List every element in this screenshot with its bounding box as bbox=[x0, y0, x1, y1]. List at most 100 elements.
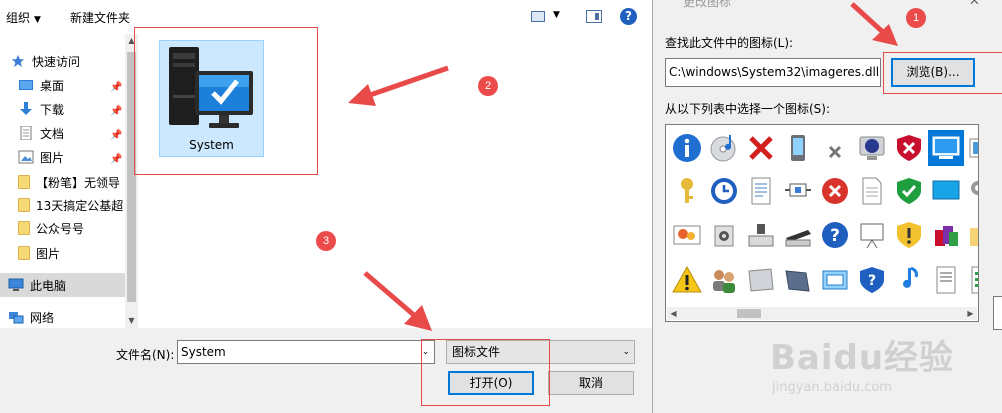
watermark-text: Baidu经验 bbox=[770, 338, 955, 378]
nav-folder-pictures[interactable]: 图片 bbox=[18, 241, 138, 265]
blue-screen-icon[interactable] bbox=[928, 173, 964, 209]
step-badge-1: 1 bbox=[906, 8, 926, 28]
annotation-rect-open bbox=[421, 339, 550, 406]
star-icon bbox=[11, 54, 25, 68]
scroll-down-icon[interactable]: ▼ bbox=[125, 314, 138, 328]
view-dropdown-caret-icon[interactable]: ▼ bbox=[553, 10, 560, 20]
warning-icon[interactable] bbox=[669, 262, 705, 298]
shield-x-icon[interactable] bbox=[891, 130, 927, 166]
nav-label: 网络 bbox=[30, 310, 55, 325]
info-icon[interactable] bbox=[669, 130, 705, 166]
nav-this-pc[interactable]: 此电脑 bbox=[0, 273, 125, 297]
nav-quick-access[interactable]: 快速访问 bbox=[10, 49, 135, 73]
photo-album-icon[interactable] bbox=[669, 217, 705, 253]
pin-icon[interactable]: 📌 bbox=[110, 130, 122, 141]
shield-check-icon[interactable] bbox=[891, 173, 927, 209]
nav-folder-gzh[interactable]: 公众号号 bbox=[18, 216, 138, 240]
icon-list[interactable]: ? ? ◀ ▶ bbox=[665, 124, 979, 322]
blank-page-icon[interactable] bbox=[854, 173, 890, 209]
scroll-right-icon[interactable]: ▶ bbox=[964, 307, 977, 320]
gear-doc-icon[interactable] bbox=[965, 173, 978, 209]
nav-label: 快速访问 bbox=[32, 54, 81, 69]
monitor-icon[interactable] bbox=[854, 130, 890, 166]
mobile-device-icon[interactable] bbox=[780, 130, 816, 166]
icon-list-hscroll[interactable]: ◀ ▶ bbox=[667, 307, 977, 320]
nav-network[interactable]: 网络 bbox=[8, 305, 133, 328]
pin-icon[interactable]: 📌 bbox=[110, 82, 122, 93]
document-icon bbox=[20, 126, 32, 140]
picture-frame-icon[interactable] bbox=[965, 130, 978, 166]
dark-folder-icon[interactable] bbox=[780, 262, 816, 298]
folder-icon bbox=[18, 246, 30, 260]
pin-icon[interactable]: 📌 bbox=[110, 154, 122, 165]
preview-pane-icon[interactable] bbox=[586, 10, 602, 23]
close-icon[interactable]: ✕ bbox=[969, 0, 980, 9]
red-x-icon[interactable] bbox=[743, 130, 779, 166]
shield-help-icon[interactable]: ? bbox=[854, 262, 890, 298]
network-icon bbox=[9, 312, 24, 324]
nav-label: 13天搞定公基超 bbox=[36, 198, 124, 213]
cd-audio-icon[interactable] bbox=[706, 130, 742, 166]
select-icon-label: 从以下列表中选择一个图标(S): bbox=[665, 102, 831, 116]
nav-folder-fenbi[interactable]: 【粉笔】无领导 bbox=[18, 170, 138, 194]
desktop-icon bbox=[19, 80, 33, 90]
view-mode-icon[interactable] bbox=[531, 11, 545, 22]
presentation-icon[interactable] bbox=[854, 217, 890, 253]
media-drive-icon[interactable] bbox=[706, 217, 742, 253]
svg-text:?: ? bbox=[868, 273, 876, 289]
pictures-icon bbox=[18, 150, 34, 164]
gray-panel-icon[interactable] bbox=[743, 262, 779, 298]
baidu-watermark: Baidu经验 jingyan.baidu.com bbox=[770, 330, 990, 410]
nav-label: 桌面 bbox=[40, 78, 65, 93]
step-badge-3: 3 bbox=[316, 231, 336, 251]
document-lines-icon[interactable] bbox=[743, 173, 779, 209]
open-file-dialog: 组织 ▼ 新建文件夹 ▼ ? 快速访问 桌面 下载 文档 图片 【粉笔】无领导 … bbox=[0, 0, 652, 413]
organize-label: 组织 bbox=[6, 11, 31, 25]
nav-label: 图片 bbox=[36, 246, 61, 261]
music-note-icon[interactable] bbox=[891, 262, 927, 298]
programs-icon[interactable] bbox=[928, 217, 964, 253]
folder-icon[interactable] bbox=[965, 217, 978, 253]
cancel-button[interactable]: 取消 bbox=[548, 371, 634, 395]
svg-text:?: ? bbox=[830, 226, 840, 246]
users-icon[interactable] bbox=[706, 262, 742, 298]
screen-window-icon[interactable] bbox=[817, 262, 853, 298]
annotation-rect-browse bbox=[883, 52, 1002, 94]
hscroll-thumb[interactable] bbox=[737, 309, 761, 318]
lookup-label: 查找此文件中的图标(L): bbox=[665, 36, 794, 50]
filename-value: System bbox=[181, 345, 226, 359]
icon-file-path-input[interactable]: C:\windows\System32\imageres.dll bbox=[665, 58, 881, 87]
error-circle-icon[interactable] bbox=[817, 173, 853, 209]
small-x-icon[interactable] bbox=[817, 130, 853, 166]
key-icon[interactable] bbox=[669, 173, 705, 209]
help-circle-icon[interactable]: ? bbox=[817, 217, 853, 253]
filename-label: 文件名(N): bbox=[116, 348, 175, 362]
shield-warning-icon[interactable] bbox=[891, 217, 927, 253]
new-folder-button[interactable]: 新建文件夹 bbox=[70, 9, 130, 26]
chevron-down-icon[interactable]: ⌄ bbox=[622, 341, 630, 363]
dialog-toolbar: 组织 ▼ 新建文件夹 ▼ ? bbox=[0, 0, 652, 34]
watermark-url: jingyan.baidu.com bbox=[772, 380, 892, 395]
text-doc-icon[interactable] bbox=[928, 262, 964, 298]
folder-icon bbox=[18, 198, 30, 212]
nav-label: 此电脑 bbox=[30, 278, 67, 293]
scroll-left-icon[interactable]: ◀ bbox=[667, 307, 680, 320]
disk-drive-icon[interactable] bbox=[743, 217, 779, 253]
this-pc-icon bbox=[8, 278, 24, 291]
clock-restore-icon[interactable] bbox=[706, 173, 742, 209]
projector-icon[interactable] bbox=[780, 173, 816, 209]
dialog-title: 更改图标 bbox=[683, 0, 732, 9]
list-doc-icon[interactable] bbox=[965, 262, 978, 298]
help-icon[interactable]: ? bbox=[620, 8, 637, 25]
download-arrow-icon bbox=[20, 102, 32, 115]
folder-icon bbox=[18, 175, 30, 189]
nav-label: 文档 bbox=[40, 126, 65, 141]
nav-label: 图片 bbox=[40, 150, 65, 165]
step-badge-2: 2 bbox=[478, 76, 498, 96]
computer-selected-icon[interactable] bbox=[928, 130, 964, 166]
nav-folder-13days[interactable]: 13天搞定公基超 bbox=[18, 193, 138, 217]
scanner-icon[interactable] bbox=[780, 217, 816, 253]
organize-menu[interactable]: 组织 ▼ bbox=[6, 9, 41, 26]
filename-input[interactable]: System ⌄ bbox=[177, 340, 435, 364]
pin-icon[interactable]: 📌 bbox=[110, 106, 122, 117]
